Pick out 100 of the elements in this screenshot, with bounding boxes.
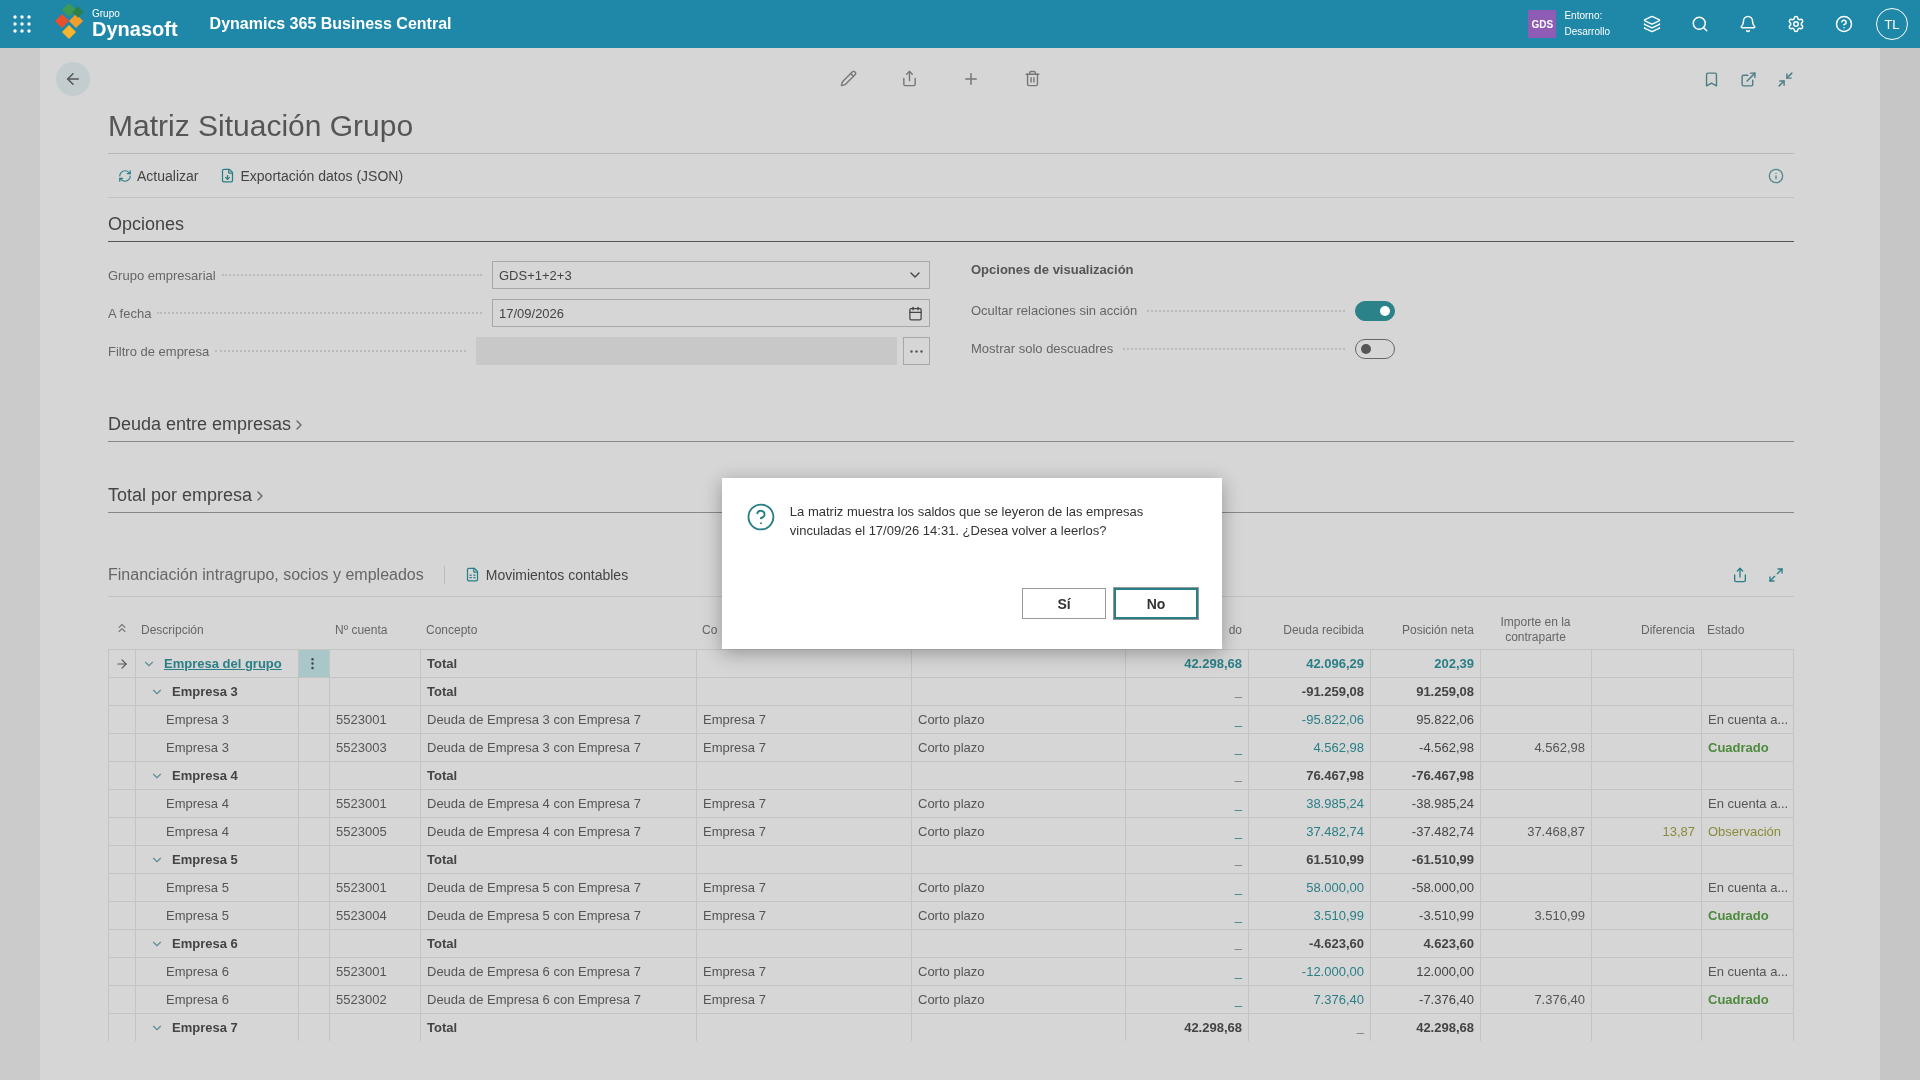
table-cell: 13,87 — [1662, 824, 1695, 839]
environment-name: Desarrollo — [1564, 25, 1610, 39]
app-launcher-icon[interactable] — [12, 14, 32, 34]
share-icon[interactable] — [901, 70, 918, 87]
status-text: Observación — [1708, 824, 1781, 839]
table-cell: 7.376,40 — [1534, 992, 1585, 1007]
table-cell: 42.298,68 — [1184, 656, 1242, 671]
collapse-icon[interactable] — [1777, 70, 1794, 88]
row-link[interactable]: Empresa del grupo — [164, 656, 282, 671]
table-cell: 37.482,74 — [1306, 824, 1364, 839]
settings-icon[interactable] — [1787, 15, 1805, 33]
expand-icon[interactable] — [1768, 566, 1784, 583]
table-cell: 61.510,99 — [1306, 852, 1364, 867]
section-title: Opciones — [108, 214, 185, 235]
back-button[interactable] — [56, 62, 90, 96]
table-cell: Deuda de Empresa 4 con Empresa 7 — [427, 824, 641, 839]
environment-badge: GDS — [1528, 10, 1557, 38]
table-cell: 4.623,60 — [1423, 936, 1474, 951]
help-icon[interactable] — [1835, 15, 1853, 33]
page-title: Matriz Situación Grupo — [108, 104, 1794, 154]
lookup-button[interactable] — [903, 337, 930, 365]
table-cell: Empresa 5 — [166, 880, 229, 895]
spreadsheet-icon — [464, 567, 480, 582]
info-icon[interactable] — [1768, 167, 1784, 184]
table-cell: Empresa 4 — [172, 768, 238, 783]
column-header[interactable]: Diferencia — [1597, 622, 1695, 638]
question-icon — [746, 502, 776, 532]
toggle-switch[interactable] — [1355, 338, 1395, 359]
table-cell: -58.000,00 — [1411, 880, 1474, 895]
input-field[interactable]: 17/09/2026 — [492, 299, 930, 327]
input-field[interactable]: GDS+1+2+3 — [492, 261, 930, 289]
table-cell: _ — [1234, 768, 1242, 783]
table-cell: Empresa 7 — [703, 740, 766, 755]
table-cell: Empresa 5 — [166, 908, 229, 923]
table-cell: Empresa 6 — [172, 936, 238, 951]
table-cell: -76.467,98 — [1411, 768, 1474, 783]
action-button[interactable]: Actualizar — [118, 167, 199, 184]
column-header[interactable]: Concepto — [426, 622, 690, 638]
dialog-button[interactable]: Sí — [1022, 588, 1106, 619]
delete-icon[interactable] — [1024, 70, 1041, 87]
table-cell: 202,39 — [1434, 656, 1474, 671]
table-cell: Deuda de Empresa 5 con Empresa 7 — [427, 880, 641, 895]
share-icon[interactable] — [1732, 566, 1748, 583]
table-cell: Deuda de Empresa 3 con Empresa 7 — [427, 740, 641, 755]
part-title: Financiación intragrupo, socios y empleados — [108, 565, 445, 584]
table-cell: -7.376,40 — [1419, 992, 1474, 1007]
column-header[interactable]: Importe en la contraparte — [1486, 615, 1585, 645]
notifications-icon[interactable] — [1739, 15, 1757, 33]
toggle-switch[interactable] — [1355, 300, 1395, 321]
action-button[interactable]: Movimientos contables — [464, 566, 629, 583]
table-cell: _ — [1234, 936, 1242, 951]
column-header[interactable]: Deuda recibida — [1254, 622, 1364, 638]
table-cell: _ — [1356, 1020, 1364, 1035]
calendar-icon[interactable] — [908, 305, 923, 321]
table-cell: _ — [1234, 796, 1242, 811]
table-cell: Empresa 7 — [703, 908, 766, 923]
table-cell: 42.096,29 — [1306, 656, 1364, 671]
file-download-icon — [220, 168, 236, 183]
section-title[interactable]: Total por empresa — [108, 485, 269, 506]
table-cell: Empresa 6 — [166, 964, 229, 979]
dialog-button[interactable]: No — [1114, 588, 1198, 619]
table-cell: Corto plazo — [918, 992, 985, 1007]
status-text: En cuenta a... — [1708, 796, 1789, 811]
search-icon[interactable] — [1691, 15, 1709, 33]
current-row-icon — [115, 656, 129, 671]
status-text: Cuadrado — [1708, 740, 1769, 755]
table-cell: Total — [427, 852, 458, 867]
table-cell: _ — [1234, 712, 1242, 727]
edit-icon[interactable] — [840, 70, 857, 87]
table-cell: 3.510,99 — [1313, 908, 1364, 923]
table-cell: 5523003 — [336, 740, 387, 755]
table-cell: 95.822,06 — [1416, 712, 1474, 727]
table-cell: -3.510,99 — [1419, 908, 1474, 923]
column-header[interactable]: Posición neta — [1376, 622, 1474, 638]
column-header[interactable]: Nº cuenta — [335, 622, 414, 638]
table-cell: _ — [1234, 852, 1242, 867]
table-cell: Empresa 4 — [166, 824, 229, 839]
table-cell: Empresa 3 — [172, 684, 238, 699]
open-new-window-icon[interactable] — [1740, 70, 1757, 88]
bookmark-icon[interactable] — [1703, 70, 1720, 88]
column-header[interactable]: Descripción — [141, 622, 323, 638]
logo-caption: Grupo — [92, 9, 121, 19]
field-label: Grupo empresarial — [108, 267, 216, 283]
section-title[interactable]: Deuda entre empresas — [108, 414, 308, 435]
column-header[interactable]: Estado — [1707, 622, 1788, 638]
table-cell: _ — [1234, 880, 1242, 895]
environment-label: Entorno: — [1564, 9, 1604, 23]
table-cell: Total — [427, 768, 458, 783]
action-button[interactable]: Exportación datos (JSON) — [220, 167, 404, 184]
new-icon[interactable] — [962, 70, 980, 88]
app-title: Dynamics 365 Business Central — [209, 15, 452, 33]
table-cell: Corto plazo — [918, 964, 985, 979]
toggle-label: Ocultar relaciones sin acción — [971, 303, 1138, 318]
status-text: En cuenta a... — [1708, 964, 1789, 979]
table-cell: 37.468,87 — [1527, 824, 1585, 839]
status-text: Cuadrado — [1708, 908, 1769, 923]
table-cell: 5523001 — [336, 796, 387, 811]
table-cell: 38.985,24 — [1306, 796, 1364, 811]
table-cell: 5523002 — [336, 992, 387, 1007]
table-cell: 5523005 — [336, 824, 387, 839]
